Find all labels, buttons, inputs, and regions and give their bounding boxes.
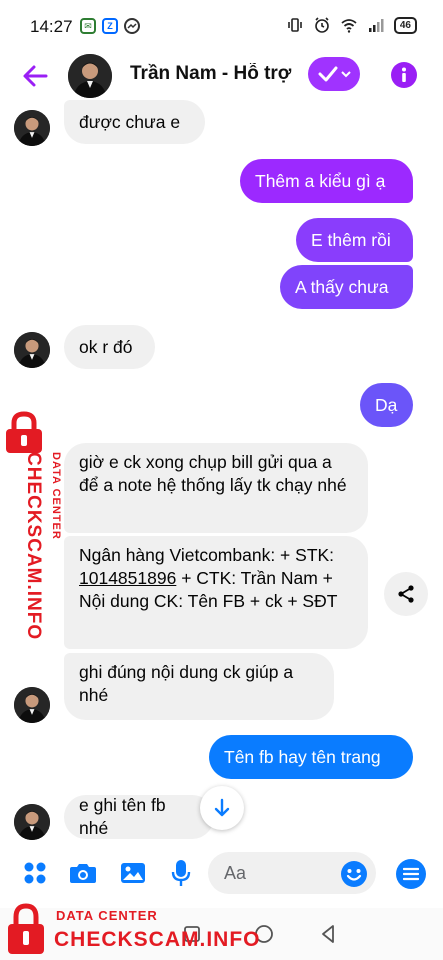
padlock-icon (8, 903, 44, 954)
emoji-icon[interactable] (340, 860, 368, 888)
camera-icon (70, 864, 96, 883)
vibrate-icon (288, 18, 302, 32)
watermark-brand: CHECKSCAM.INFO (23, 452, 44, 641)
message-bubble[interactable]: được chưa e (64, 100, 205, 144)
status-app-icons: ✉ Z (80, 18, 140, 34)
watermark-bottom: DATA CENTER CHECKSCAM.INFO (6, 900, 276, 956)
apps-button[interactable] (20, 858, 50, 888)
message-text: e ghi tên fb nhé (79, 795, 166, 838)
message-bubble[interactable]: Tên fb hay tên trang (209, 735, 413, 779)
menu-icon (403, 867, 419, 881)
contact-avatar[interactable] (68, 54, 112, 98)
watermark-side-caption: DATA CENTER (50, 452, 62, 540)
message-bubble[interactable]: Ngân hàng Vietcombank: + STK: 1014851896… (64, 536, 368, 649)
info-icon (402, 67, 406, 82)
back-arrow-icon[interactable] (18, 60, 52, 92)
back-nav-icon[interactable] (316, 922, 340, 946)
conversation-header: Trần Nam - Hỗ trợ (0, 52, 443, 100)
sender-avatar[interactable] (14, 332, 50, 368)
message-text: ok r đó (79, 336, 133, 357)
sender-avatar[interactable] (14, 110, 50, 146)
share-icon (398, 585, 414, 603)
wechat-icon: ✉ (80, 18, 96, 34)
message-bubble[interactable]: Thêm a kiểu gì ạ (240, 159, 413, 203)
watermark-caption: DATA CENTER (56, 908, 158, 923)
arrow-down-icon (214, 798, 230, 817)
status-indicators: 46 (286, 16, 417, 34)
zalo-icon: Z (102, 18, 118, 34)
microphone-icon (171, 860, 191, 886)
message-bubble[interactable]: e ghi tên fb nhé (64, 795, 214, 839)
sender-avatar[interactable] (14, 687, 50, 723)
message-text: Tên fb hay tên trang (224, 746, 381, 767)
message-composer (0, 840, 443, 908)
alarm-icon (315, 17, 329, 33)
message-text: ghi đúng nội dung ck giúp a nhé (79, 662, 294, 705)
message-bubble[interactable]: ok r đó (64, 325, 155, 369)
gallery-icon (121, 863, 145, 883)
message-text: Thêm a kiểu gì ạ (255, 170, 386, 191)
message-bubble[interactable]: A thấy chưa (280, 265, 413, 309)
message-bubble[interactable]: E thêm rồi (296, 218, 413, 262)
messenger-icon (124, 18, 140, 34)
message-text: được chưa e (79, 111, 181, 132)
message-bubble[interactable]: giờ e ck xong chụp bill gửi qua a để a n… (64, 443, 368, 533)
message-text: E thêm rồi (311, 229, 391, 250)
share-button[interactable] (384, 572, 428, 616)
message-bubble[interactable]: Dạ (360, 383, 413, 427)
apps-icon (24, 862, 46, 884)
watermark-side-text: CHECKSCAM.INFO (22, 452, 44, 640)
account-number-link[interactable]: 1014851896 (79, 568, 176, 588)
message-list[interactable]: được chưa e Thêm a kiểu gì ạ E thêm rồi … (0, 100, 443, 840)
mark-done-button[interactable] (308, 57, 360, 91)
watermark-brand: CHECKSCAM.INFO (54, 928, 261, 951)
info-button[interactable] (391, 62, 417, 88)
conversation-title[interactable]: Trần Nam - Hỗ trợ (130, 63, 295, 85)
watermark-caption: DATA CENTER (50, 452, 62, 540)
scroll-to-bottom-button[interactable] (200, 786, 244, 830)
padlock-icon (6, 411, 42, 453)
sender-avatar[interactable] (14, 804, 50, 840)
message-text: Dạ (375, 394, 398, 415)
message-text: Ngân hàng Vietcombank: + STK: (79, 545, 335, 565)
check-icon (318, 66, 337, 82)
menu-button[interactable] (396, 859, 426, 889)
chevron-down-icon (340, 71, 351, 78)
gallery-button[interactable] (118, 858, 148, 888)
status-time: 14:27 (30, 17, 73, 36)
signal-icon (368, 19, 384, 32)
status-bar: 14:27 ✉ Z 46 (0, 0, 443, 52)
message-text: A thấy chưa (295, 276, 389, 297)
microphone-button[interactable] (166, 858, 196, 888)
camera-button[interactable] (68, 858, 98, 888)
message-bubble[interactable]: ghi đúng nội dung ck giúp a nhé (64, 653, 334, 720)
message-text: giờ e ck xong chụp bill gửi qua a để a n… (79, 452, 347, 495)
battery-icon: 46 (393, 16, 417, 34)
wifi-icon (341, 19, 357, 33)
